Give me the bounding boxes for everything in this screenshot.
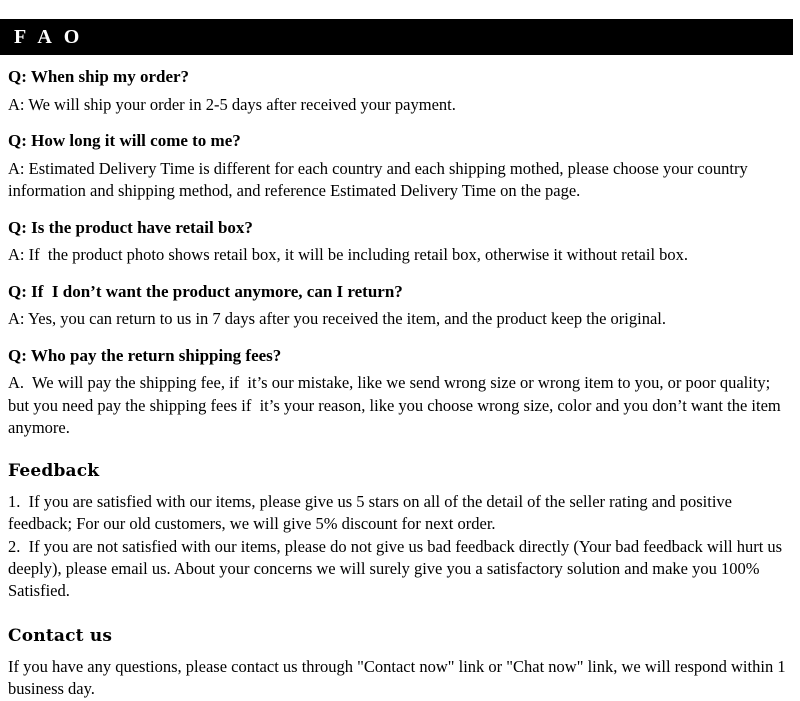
contact-body: If you have any questions, please contac… xyxy=(8,656,790,699)
feedback-item-1: 1. If you are satisfied with our items, … xyxy=(8,491,737,534)
faq-content: Q: When ship my order? A: We will ship y… xyxy=(8,66,786,701)
contact-heading: Contact us xyxy=(8,625,113,646)
faq-answer: A: Yes, you can return to us in 7 days a… xyxy=(8,309,666,329)
faq-item: Q: How long it will come to me? A: Estim… xyxy=(8,130,786,202)
feedback-item-2: 2. If you are not satisfied with our ite… xyxy=(8,536,787,601)
feedback-section: Feedback 1. If you are satisfied with ou… xyxy=(8,460,786,603)
faq-question: Q: Is the product have retail box? xyxy=(8,217,253,237)
faq-item: Q: When ship my order? A: We will ship y… xyxy=(8,66,786,116)
faq-question: Q: Who pay the return shipping fees? xyxy=(8,345,282,365)
faq-question: Q: If I don’t want the product anymore, … xyxy=(8,281,403,301)
faq-title-bar: F A O xyxy=(0,19,793,55)
faq-item: Q: If I don’t want the product anymore, … xyxy=(8,281,786,331)
contact-section: Contact us If you have any questions, pl… xyxy=(8,625,786,701)
feedback-heading: Feedback xyxy=(8,460,100,481)
faq-answer: A. We will pay the shipping fee, if it’s… xyxy=(8,373,785,438)
faq-item: Q: Is the product have retail box? A: If… xyxy=(8,217,786,267)
faq-question: Q: How long it will come to me? xyxy=(8,131,241,151)
faq-answer: A: We will ship your order in 2-5 days a… xyxy=(8,94,456,114)
faq-answer: A: If the product photo shows retail box… xyxy=(8,245,689,265)
faq-page: F A O Q: When ship my order? A: We will … xyxy=(0,0,800,700)
faq-question: Q: When ship my order? xyxy=(8,67,190,86)
faq-title: F A O xyxy=(14,26,84,48)
faq-answer: A: Estimated Delivery Time is different … xyxy=(8,158,752,201)
faq-item: Q: Who pay the return shipping fees? A. … xyxy=(8,345,786,440)
